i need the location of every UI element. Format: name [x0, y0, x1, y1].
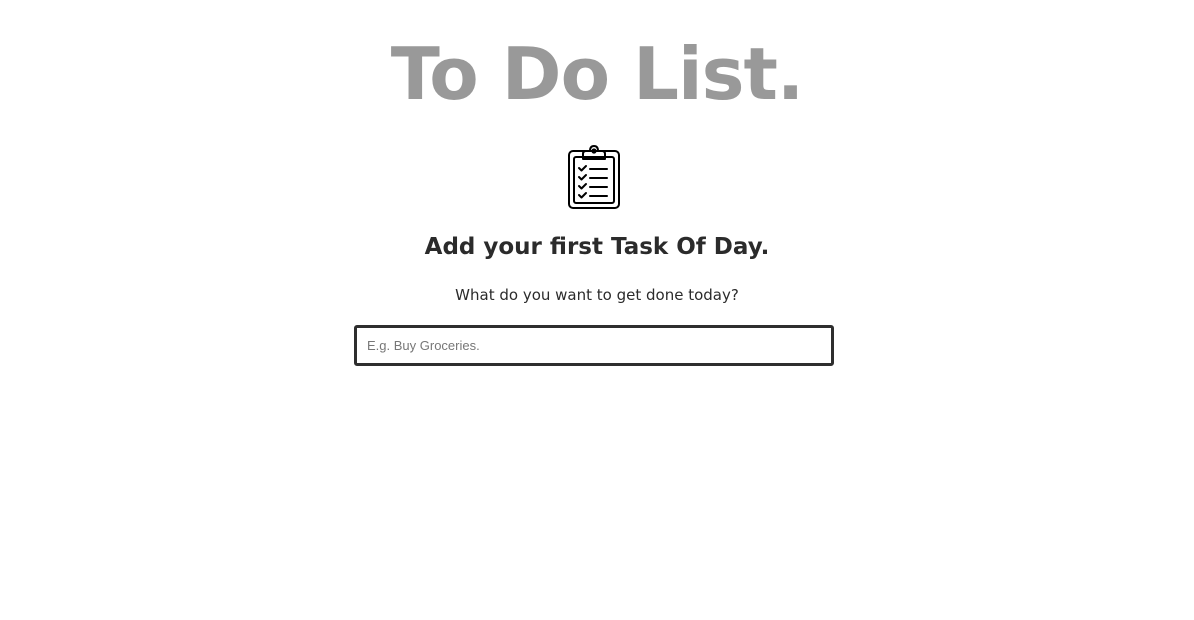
task-input[interactable]: [354, 325, 834, 366]
empty-state-subtext: What do you want to get done today?: [455, 286, 739, 304]
app-title: To Do List.: [390, 32, 805, 116]
empty-state-heading: Add your first Task Of Day.: [424, 234, 770, 260]
clipboard-checklist-icon: [565, 143, 623, 211]
todo-page: To Do List. Add your first Task Of Day. …: [0, 0, 1194, 620]
